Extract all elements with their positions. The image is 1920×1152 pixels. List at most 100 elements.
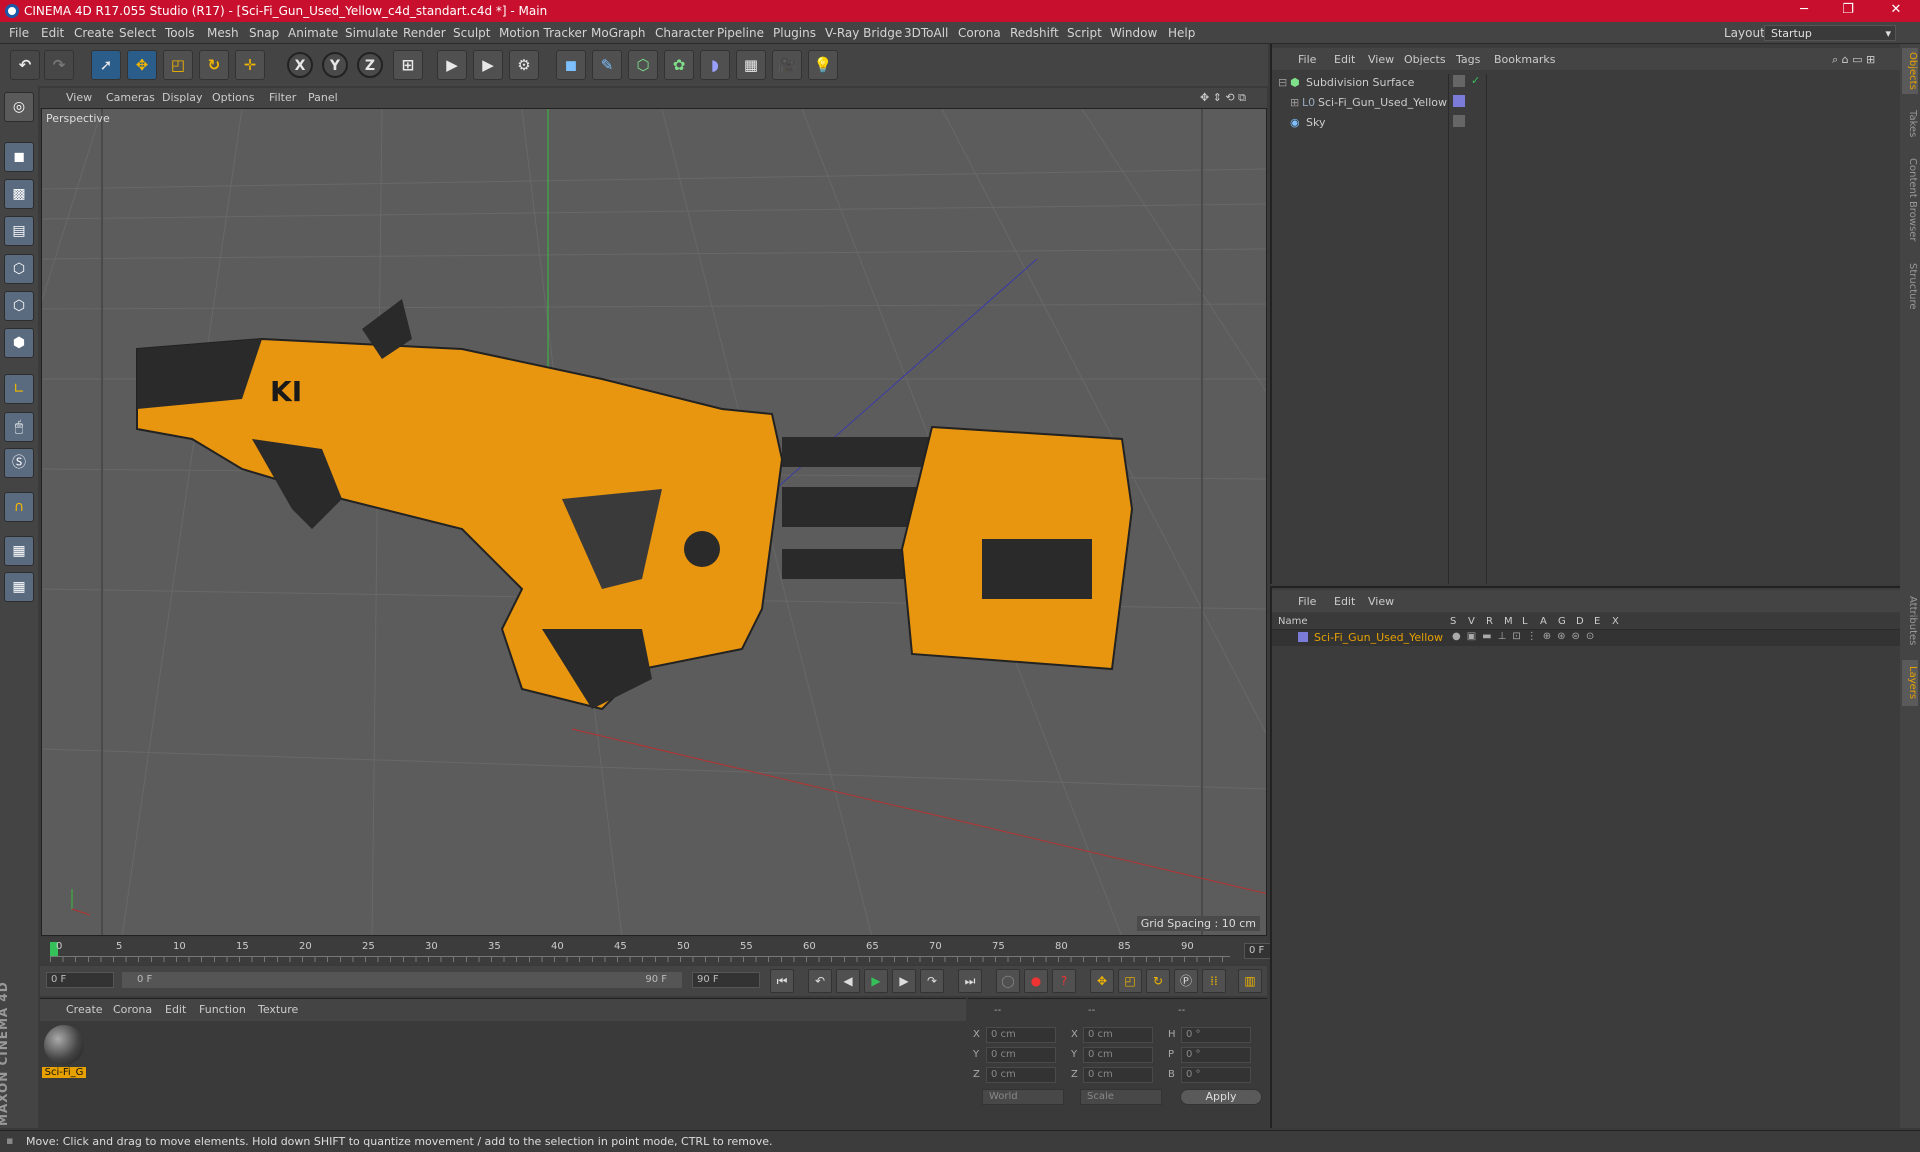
edges-mode-button[interactable]: ⬡: [4, 291, 34, 321]
position-x-field[interactable]: 0 cm: [986, 1027, 1056, 1043]
scale-tool-button[interactable]: ◰: [163, 50, 193, 80]
y-axis-toggle[interactable]: Y: [322, 52, 348, 78]
minimize-button[interactable]: ─: [1784, 2, 1824, 17]
menu-script[interactable]: Script: [1067, 26, 1102, 40]
tab-objects[interactable]: Objects: [1902, 48, 1918, 94]
object-menu-objects[interactable]: Objects: [1404, 53, 1446, 66]
move-tool-button[interactable]: ✥: [127, 50, 157, 80]
size-y-field[interactable]: 0 cm: [1083, 1047, 1153, 1063]
go-to-start-button[interactable]: ⏮: [770, 969, 794, 993]
expand-icon[interactable]: ⊞: [1290, 96, 1299, 109]
go-to-end-button[interactable]: ⏭: [958, 969, 982, 993]
apply-button[interactable]: Apply: [1180, 1089, 1262, 1105]
tweak-mode-button[interactable]: 🖱: [4, 412, 34, 442]
key-pla-button[interactable]: ⁞⁞: [1202, 969, 1226, 993]
object-manager-search-icon[interactable]: ⌕ ⌂ ▭ ⊞: [1832, 53, 1875, 67]
render-view-button[interactable]: ▶: [437, 50, 467, 80]
solo-button[interactable]: Ⓢ: [4, 448, 34, 478]
tab-content-browser[interactable]: Content Browser: [1902, 152, 1918, 248]
material-menu-function[interactable]: Function: [199, 1003, 246, 1016]
menu-character[interactable]: Character: [655, 26, 714, 40]
menu-help[interactable]: Help: [1168, 26, 1195, 40]
next-key-button[interactable]: ↷: [920, 969, 944, 993]
menu-create[interactable]: Create: [74, 26, 114, 40]
layer-swatch[interactable]: [1453, 95, 1465, 107]
object-menu-view[interactable]: View: [1368, 53, 1394, 66]
viewport-menu-panel[interactable]: Panel: [308, 91, 338, 104]
object-row[interactable]: ⊞ L0 Sci-Fi_Gun_Used_Yellow: [1278, 94, 1894, 112]
record-button[interactable]: ●: [1024, 969, 1048, 993]
workplane-mode-button[interactable]: ▤: [4, 216, 34, 246]
close-button[interactable]: ✕: [1876, 2, 1916, 17]
rotation-h-field[interactable]: 0 °: [1181, 1027, 1251, 1043]
menu-edit[interactable]: Edit: [41, 26, 64, 40]
perspective-viewport[interactable]: KI Perspective Grid Spacing : 10 cm: [41, 108, 1267, 936]
material-menu-edit[interactable]: Edit: [165, 1003, 186, 1016]
layer-swatch[interactable]: [1453, 75, 1465, 87]
frame-range-slider[interactable]: 0 F 90 F: [122, 972, 682, 988]
render-settings-button[interactable]: ⚙: [509, 50, 539, 80]
size-x-field[interactable]: 0 cm: [1083, 1027, 1153, 1043]
subdivision-button[interactable]: ⬡: [628, 50, 658, 80]
menu-simulate[interactable]: Simulate: [345, 26, 398, 40]
layer-menu-file[interactable]: File: [1298, 595, 1316, 608]
material-menu-texture[interactable]: Texture: [258, 1003, 298, 1016]
layout-dropdown[interactable]: Startup ▾: [1764, 25, 1896, 41]
light-button[interactable]: 💡: [808, 50, 838, 80]
position-y-field[interactable]: 0 cm: [986, 1047, 1056, 1063]
object-menu-tags[interactable]: Tags: [1456, 53, 1480, 66]
texture-mode-button[interactable]: ▩: [4, 179, 34, 209]
menu-window[interactable]: Window: [1110, 26, 1157, 40]
layer-menu-view[interactable]: View: [1368, 595, 1394, 608]
start-frame-field[interactable]: 0 F: [46, 972, 114, 988]
rotation-b-field[interactable]: 0 °: [1181, 1067, 1251, 1083]
viewport-menu-view[interactable]: View: [66, 91, 92, 104]
object-row[interactable]: ◉ Sky: [1278, 114, 1894, 132]
redo-button[interactable]: ↷: [44, 50, 74, 80]
menu-3dtoall[interactable]: 3DToAll: [904, 26, 948, 40]
tab-layers[interactable]: Layers: [1902, 660, 1918, 706]
collapse-icon[interactable]: ⊟: [1278, 76, 1287, 89]
layer-toggle-icons[interactable]: ●▣▬⊥⊡⋮⊕⊛⊜⊙: [1452, 631, 1600, 642]
layer-menu-edit[interactable]: Edit: [1334, 595, 1355, 608]
timeline-window-button[interactable]: ▥: [1238, 969, 1262, 993]
material-thumbnail[interactable]: Sci-Fi_G: [42, 1025, 86, 1081]
previous-frame-button[interactable]: ◀: [836, 969, 860, 993]
layer-name[interactable]: Sci-Fi_Gun_Used_Yellow: [1314, 631, 1443, 644]
select-tool-button[interactable]: ➚: [91, 50, 121, 80]
object-menu-edit[interactable]: Edit: [1334, 53, 1355, 66]
play-button[interactable]: ▶: [864, 969, 888, 993]
menu-sculpt[interactable]: Sculpt: [453, 26, 490, 40]
mograph-cloner-button[interactable]: ✿: [664, 50, 694, 80]
maximize-button[interactable]: ❐: [1828, 2, 1868, 17]
deformer-button[interactable]: ◗: [700, 50, 730, 80]
object-row[interactable]: ⊟ ⬢ Subdivision Surface ✓: [1278, 74, 1894, 92]
viewport-menu-options[interactable]: Options: [212, 91, 254, 104]
menu-mesh[interactable]: Mesh: [207, 26, 239, 40]
material-menu-create[interactable]: Create: [66, 1003, 103, 1016]
transform-tool-button[interactable]: ✛: [235, 50, 265, 80]
viewport-menu-cameras[interactable]: Cameras: [106, 91, 155, 104]
menu-vray-bridge[interactable]: V-Ray Bridge: [825, 26, 902, 40]
menu-plugins[interactable]: Plugins: [773, 26, 816, 40]
viewport-menu-filter[interactable]: Filter: [269, 91, 296, 104]
snap-magnet-button[interactable]: ∩: [4, 492, 34, 522]
end-frame-field[interactable]: 90 F: [692, 972, 760, 988]
key-position-button[interactable]: ✥: [1090, 969, 1114, 993]
rotate-tool-button[interactable]: ↻: [199, 50, 229, 80]
pen-spline-button[interactable]: ✎: [592, 50, 622, 80]
viewport-menu-display[interactable]: Display: [162, 91, 203, 104]
size-z-field[interactable]: 0 cm: [1083, 1067, 1153, 1083]
menu-animate[interactable]: Animate: [288, 26, 338, 40]
key-param-button[interactable]: Ⓟ: [1174, 969, 1198, 993]
planar-workplane-button[interactable]: ▦: [4, 572, 34, 602]
coordinate-system-button[interactable]: ⊞: [393, 50, 423, 80]
object-menu-file[interactable]: File: [1298, 53, 1316, 66]
menu-pipeline[interactable]: Pipeline: [717, 26, 764, 40]
menu-file[interactable]: File: [9, 26, 29, 40]
viewport-nav-icons[interactable]: ✥ ⇕ ⟲ ⧉: [1200, 91, 1246, 105]
position-z-field[interactable]: 0 cm: [986, 1067, 1056, 1083]
polygons-mode-button[interactable]: ⬢: [4, 328, 34, 358]
rotation-p-field[interactable]: 0 °: [1181, 1047, 1251, 1063]
size-mode-dropdown[interactable]: Scale: [1080, 1089, 1162, 1105]
